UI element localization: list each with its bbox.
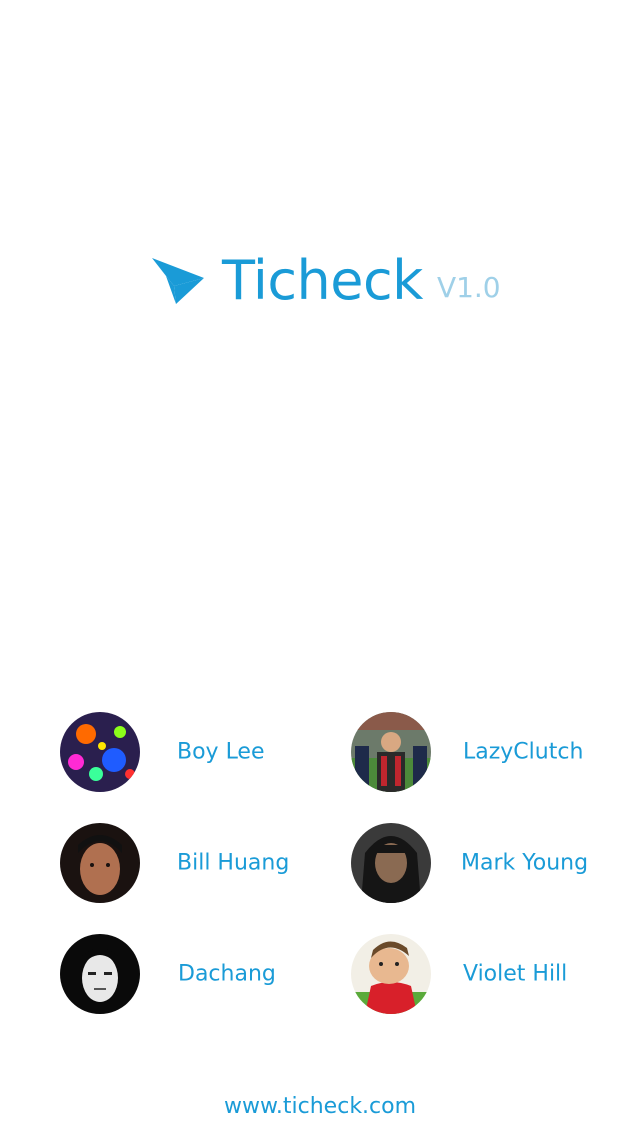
app-name: Ticheck [222, 249, 423, 312]
avatar [60, 823, 140, 903]
website-link[interactable]: www.ticheck.com [0, 1094, 640, 1119]
member-name: Boy Lee [177, 739, 265, 765]
about-screen: Ticheck V1.0 Boy Lee LazyClutch Bill Hua… [0, 0, 640, 1136]
team-member-lazyclutch[interactable]: LazyClutch [351, 712, 611, 792]
member-name: Mark Young [461, 850, 589, 876]
team-member-bill-huang[interactable]: Bill Huang [60, 823, 320, 903]
team-member-dachang[interactable]: Dachang [60, 934, 320, 1014]
member-name: LazyClutch [463, 739, 584, 765]
paper-plane-icon [152, 258, 204, 304]
team-member-mark-young[interactable]: Mark Young [351, 823, 611, 903]
member-name: Violet Hill [463, 961, 568, 987]
avatar [60, 712, 140, 792]
team-member-boy-lee[interactable]: Boy Lee [60, 712, 320, 792]
member-name: Bill Huang [177, 850, 290, 876]
avatar [60, 934, 140, 1014]
app-logo: Ticheck V1.0 [150, 246, 501, 316]
avatar [351, 712, 431, 792]
avatar [351, 934, 431, 1014]
member-name: Dachang [178, 961, 276, 987]
avatar [351, 823, 431, 903]
team-member-violet-hill[interactable]: Violet Hill [351, 934, 611, 1014]
app-version: V1.0 [436, 271, 501, 304]
